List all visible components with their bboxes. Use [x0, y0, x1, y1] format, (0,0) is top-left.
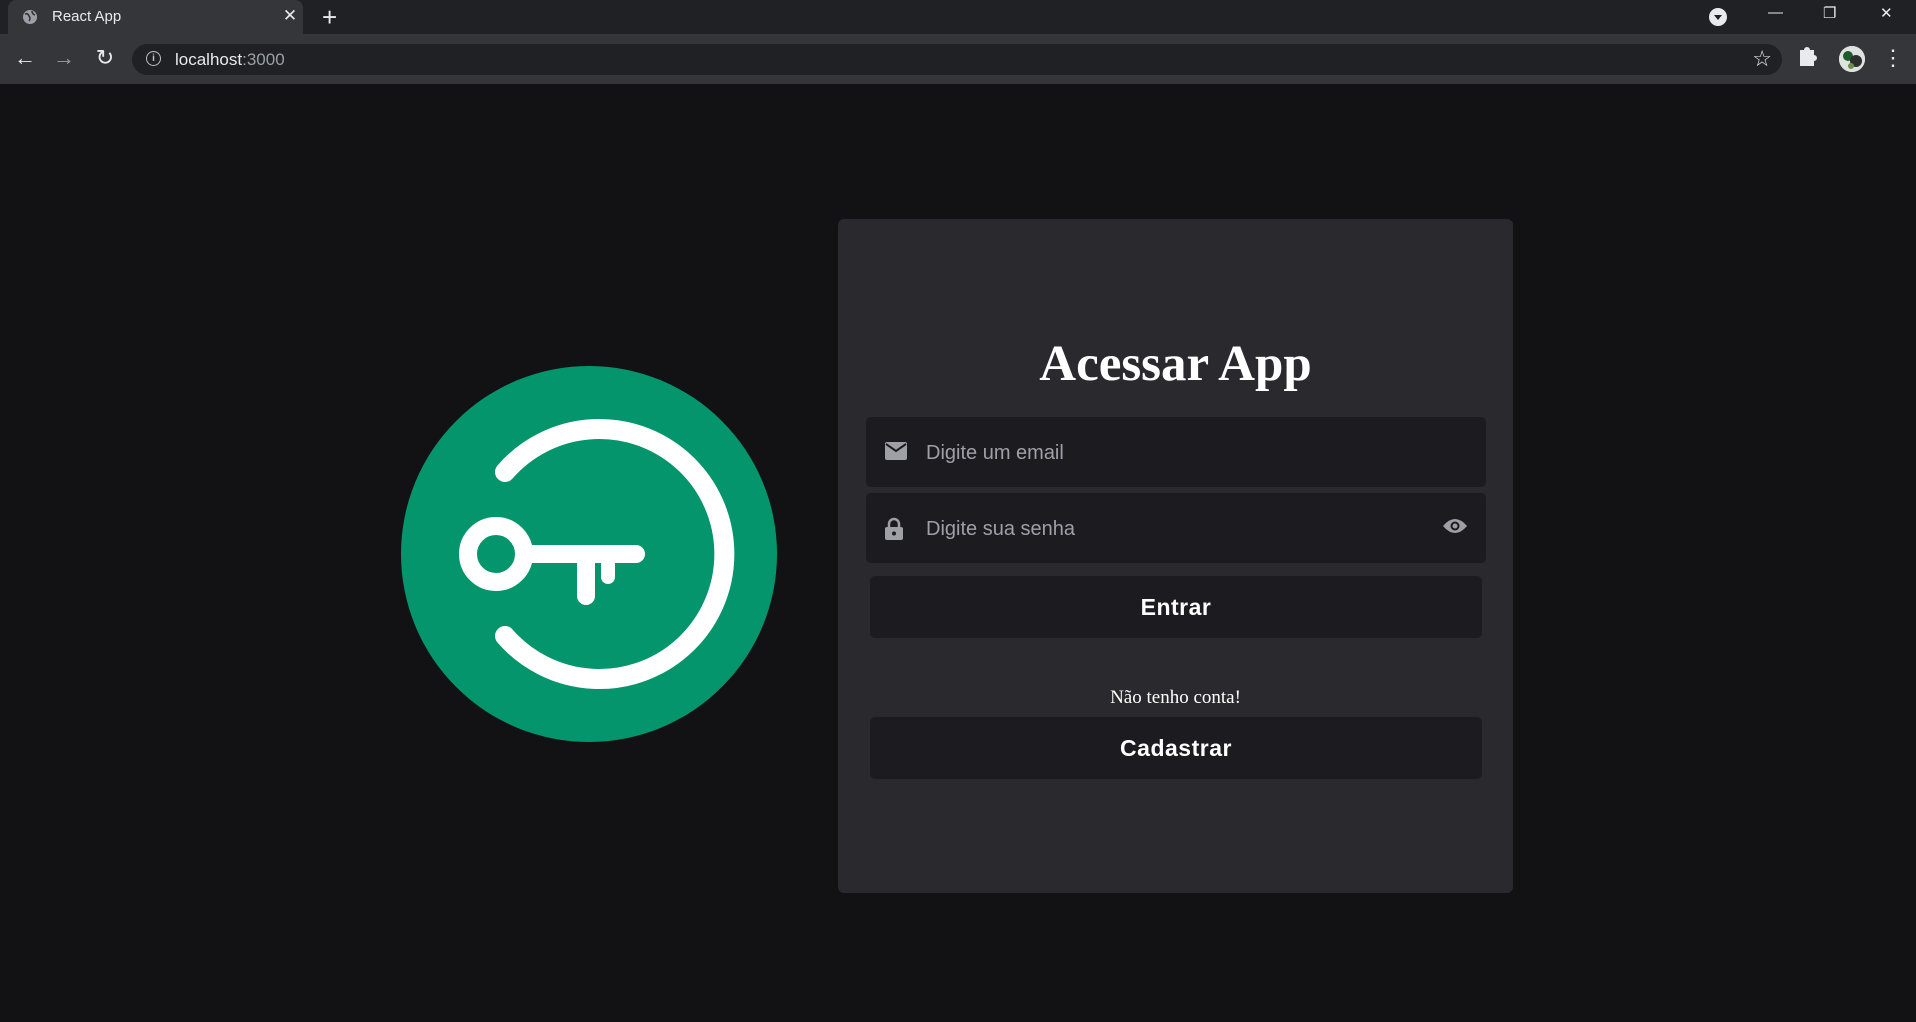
lock-icon [885, 517, 903, 540]
minimize-button[interactable]: — [1768, 4, 1783, 21]
browser-toolbar: ← → ↻ i localhost:3000 ☆ ⋮ [0, 34, 1916, 84]
url-host: localhost [175, 50, 243, 69]
browser-tab-strip: React App ✕ + — ❐ ✕ [0, 0, 1916, 34]
tab-title: React App [52, 8, 122, 25]
reload-icon[interactable]: ↻ [90, 43, 120, 73]
browser-tab[interactable]: React App ✕ [8, 0, 303, 34]
password-input[interactable] [924, 503, 1408, 555]
address-bar[interactable]: i localhost:3000 ☆ [132, 44, 1782, 75]
info-icon[interactable]: i [146, 51, 161, 66]
window-close-button[interactable]: ✕ [1880, 4, 1893, 22]
key-logo [401, 366, 777, 742]
new-tab-button[interactable]: + [322, 3, 337, 31]
forward-arrow-icon[interactable]: → [49, 43, 79, 73]
login-card: Acessar App Entrar Não tenho conta! Cada… [838, 219, 1513, 893]
tab-close-button[interactable]: ✕ [280, 6, 300, 26]
mail-icon [885, 442, 907, 460]
tab-search-icon[interactable] [1709, 8, 1727, 26]
email-field[interactable] [866, 417, 1486, 487]
avatar-image [1839, 46, 1865, 72]
no-account-text: Não tenho conta! [1110, 687, 1241, 708]
login-button[interactable]: Entrar [870, 576, 1482, 638]
page-title: Acessar App [1039, 336, 1312, 392]
register-button[interactable]: Cadastrar [870, 717, 1482, 779]
url-port: :3000 [242, 50, 285, 69]
password-field[interactable] [866, 493, 1486, 563]
kebab-menu-icon[interactable]: ⋮ [1882, 45, 1904, 71]
star-icon[interactable]: ☆ [1752, 46, 1772, 72]
globe-icon [23, 10, 37, 24]
avatar[interactable] [1839, 46, 1865, 72]
back-arrow-icon[interactable]: ← [10, 43, 40, 73]
email-input[interactable] [924, 427, 1408, 479]
puzzle-icon[interactable] [1796, 44, 1818, 68]
eye-icon[interactable] [1442, 517, 1468, 535]
maximize-button[interactable]: ❐ [1823, 4, 1836, 22]
